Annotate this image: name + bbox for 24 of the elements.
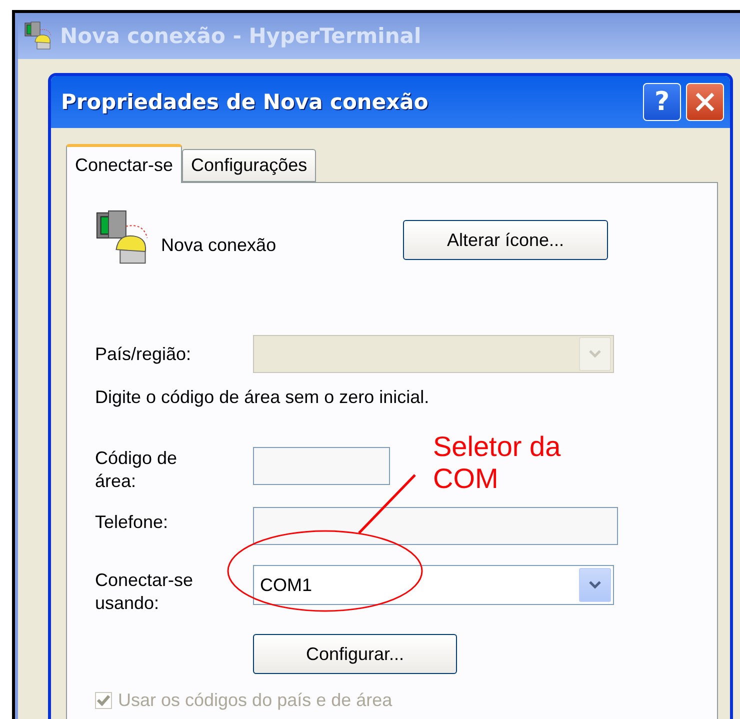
window-title: Nova conexão - HyperTerminal (60, 24, 422, 48)
field-label: Conectar-se usando: (95, 569, 194, 615)
checkbox-label: Usar os códigos do país e de área (118, 690, 392, 711)
tab[interactable]: Configurações (182, 149, 316, 182)
dropdown-value: COM1 (260, 574, 312, 596)
close-button[interactable] (686, 83, 724, 121)
field-label: País/região: (95, 343, 192, 366)
computer-phone-icon (24, 21, 54, 51)
help-button[interactable]: ? (643, 83, 681, 121)
dialog-title: Propriedades de Nova conexão (61, 90, 430, 114)
connection-name: Nova conexão (161, 234, 278, 256)
change-icon-button[interactable]: Alterar ícone... (403, 220, 608, 260)
field-label: Telefone: (95, 511, 170, 534)
dropdown[interactable]: COM1 (253, 565, 614, 605)
close-icon (694, 91, 716, 113)
checkmark-icon (97, 695, 110, 706)
leader-line (358, 474, 416, 534)
annotation-label: Seletor da COM (433, 431, 562, 495)
hint-text: Digite o código de área sem o zero inicial. (95, 387, 430, 408)
tab[interactable]: Conectar-se (66, 144, 182, 183)
field-label: Código de área: (95, 447, 178, 493)
configure-button[interactable]: Configurar... (253, 634, 457, 674)
input-field[interactable] (253, 447, 390, 485)
input-field[interactable] (253, 507, 618, 545)
